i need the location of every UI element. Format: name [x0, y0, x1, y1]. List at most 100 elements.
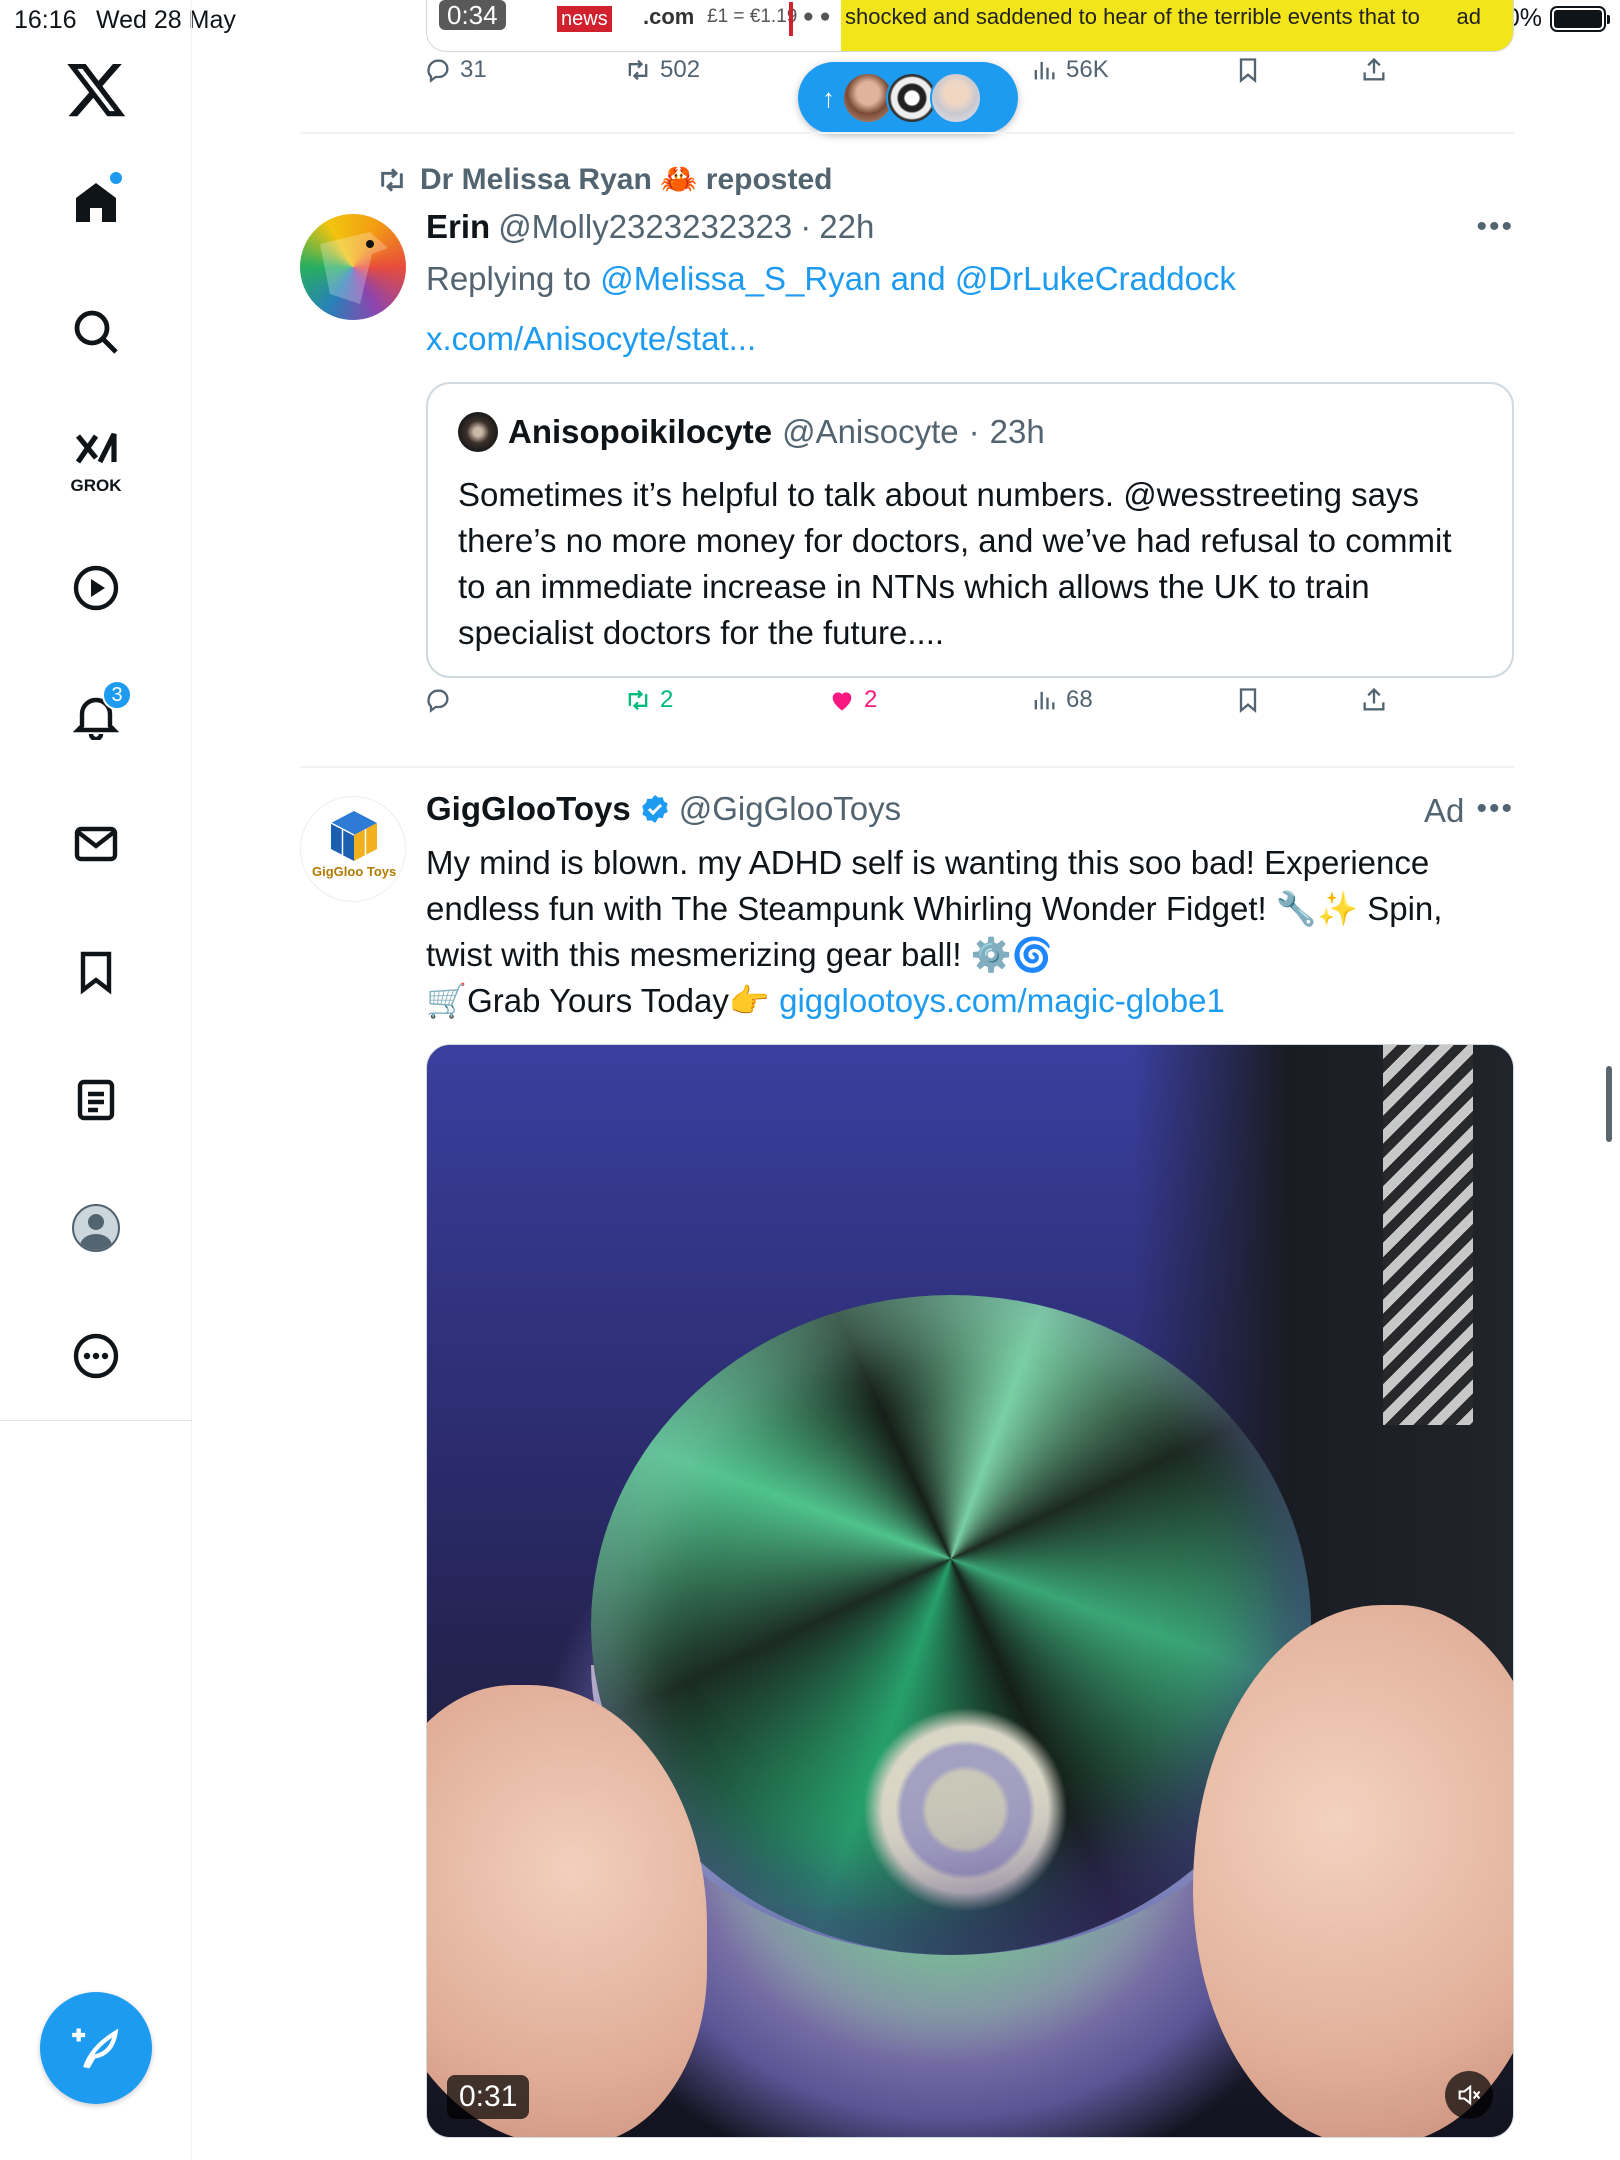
play-circle-icon [73, 565, 119, 611]
sidebar-item-home[interactable] [56, 162, 136, 242]
sidebar-item-notifications[interactable]: 3 [56, 676, 136, 756]
dot-separator: · [968, 413, 980, 450]
views-count: 56K [1066, 56, 1109, 83]
post-body: My mind is blown. my ADHD self is wantin… [426, 840, 1516, 1024]
author-name[interactable]: Erin [426, 208, 490, 246]
quote-header: Anisopoikilocyte @Anisocyte · 23h [458, 412, 1045, 452]
list-doc-icon [77, 1079, 115, 1121]
repost-button[interactable]: 502 [624, 56, 700, 84]
repost-count: 502 [660, 56, 701, 83]
author-name[interactable]: GigGlooToys [426, 790, 631, 828]
compose-feather-icon [72, 2028, 119, 2069]
views-button[interactable]: 56K [1030, 56, 1109, 84]
bookmark-button[interactable] [1234, 686, 1262, 714]
sidebar-item-messages[interactable] [56, 804, 136, 884]
repost-count: 2 [660, 686, 674, 713]
post-text: My mind is blown. my ADHD self is wantin… [426, 844, 1443, 973]
video-duration: 0:31 [447, 2075, 530, 2119]
more-options-icon[interactable]: ••• [1476, 210, 1514, 244]
previous-post-media[interactable]: news .com £1 = €1.19 ● ● shocked and sad… [426, 0, 1514, 52]
scrollbar[interactable] [1606, 1066, 1612, 1142]
pill-avatar [930, 72, 982, 124]
share-icon [1363, 687, 1385, 711]
quoted-post[interactable]: Anisopoikilocyte @Anisocyte · 23h Someti… [426, 382, 1514, 678]
post-divider [300, 766, 1514, 768]
repost-context: Dr Melissa Ryan 🦀 reposted [376, 162, 833, 197]
envelope-icon [74, 826, 118, 862]
post-divider [300, 132, 1514, 134]
ad-label: Ad [1424, 792, 1465, 829]
repost-by: Dr Melissa Ryan 🦀 reposted [420, 163, 833, 196]
share-icon [1363, 57, 1385, 81]
reply-button[interactable]: 31 [424, 56, 487, 84]
more-options-icon[interactable]: ••• [1476, 792, 1514, 826]
video-timecode: 0:34 [439, 0, 506, 30]
news-logo: news [557, 6, 612, 32]
fx-rate: £1 = €1.19 ● ● [707, 6, 831, 27]
share-button[interactable] [1360, 56, 1388, 84]
sidebar-item-lists[interactable] [56, 1060, 136, 1140]
repost-icon [381, 167, 403, 192]
bookmark-button[interactable] [1234, 56, 1262, 84]
author-avatar[interactable] [300, 214, 406, 320]
like-button[interactable]: 2 [828, 686, 877, 714]
like-count: 2 [864, 686, 878, 713]
ad-link[interactable]: gigglootoys.com/magic-globe1 [779, 982, 1225, 1019]
mute-button[interactable] [1445, 2071, 1493, 2119]
repost-icon [628, 689, 648, 711]
news-domain: .com [643, 4, 695, 29]
repost-button[interactable]: 2 [624, 686, 673, 714]
battery-icon [1550, 5, 1610, 32]
reply-icon [427, 689, 449, 713]
eagle-avatar-icon [320, 232, 388, 304]
author-avatar[interactable] [300, 796, 406, 902]
dot-separator: · [800, 208, 812, 245]
sidebar-item-more[interactable] [56, 1316, 136, 1396]
quote-text: Sometimes it’s helpful to talk about num… [458, 476, 1452, 651]
bookmark-icon [1239, 58, 1257, 83]
sidebar-nav: GROK 3 [0, 0, 192, 2160]
cube-logo-icon [330, 811, 377, 861]
author-handle[interactable]: @GigGlooToys [679, 790, 901, 828]
share-button[interactable] [1360, 686, 1388, 714]
views-chart-icon [1034, 61, 1055, 80]
replying-to: Replying to @Melissa_S_Ryan and @DrLukeC… [426, 260, 1236, 297]
sidebar-item-videos[interactable] [56, 548, 136, 628]
post-header: GigGlooToys @GigGlooToys [426, 790, 901, 828]
reply-icon [427, 59, 449, 83]
new-posts-pill[interactable]: ↑ [798, 62, 1018, 134]
sidebar-item-grok[interactable]: GROK [56, 420, 136, 500]
quote-time: 23h [989, 413, 1045, 450]
home-icon [76, 183, 116, 222]
quote-avatar [458, 412, 498, 452]
bookmark-icon [80, 951, 112, 995]
grok-icon [75, 432, 117, 464]
x-logo-icon[interactable] [66, 64, 126, 118]
sidebar-item-bookmarks[interactable] [56, 932, 136, 1012]
news-ticker-text: shocked and saddened to hear of the terr… [845, 4, 1482, 29]
sidebar-item-profile[interactable] [56, 1188, 136, 1268]
sidebar-item-explore[interactable] [56, 292, 136, 372]
mention-link[interactable]: @DrLukeCraddock [955, 260, 1236, 297]
compose-button[interactable] [40, 1992, 152, 2104]
ticker-divider [789, 2, 793, 36]
avatar-brand-text: GigGloo Toys [312, 864, 397, 879]
views-button[interactable]: 68 [1030, 686, 1093, 714]
reply-count: 31 [460, 56, 487, 83]
sidebar-divider [0, 1420, 192, 1421]
reply-button[interactable] [424, 686, 460, 714]
views-count: 68 [1066, 686, 1093, 713]
speaker-muted-icon [1458, 2084, 1481, 2106]
verified-badge-icon [641, 795, 668, 823]
home-unread-dot [110, 172, 122, 184]
author-handle[interactable]: @Molly2323232323 [498, 208, 792, 246]
post-link[interactable]: x.com/Anisocyte/stat... [426, 320, 756, 357]
post-time[interactable]: 22h [819, 208, 874, 246]
mention-link[interactable]: @Melissa_S_Ryan [600, 260, 881, 297]
quote-author-handle: @Anisocyte [782, 413, 959, 450]
post-header: Erin @Molly2323232323 · 22h [426, 208, 874, 246]
post-body: x.com/Anisocyte/stat... [426, 316, 1516, 362]
repost-icon [628, 59, 648, 81]
ad-video[interactable]: 0:31 [426, 1044, 1514, 2138]
search-icon [74, 310, 118, 354]
